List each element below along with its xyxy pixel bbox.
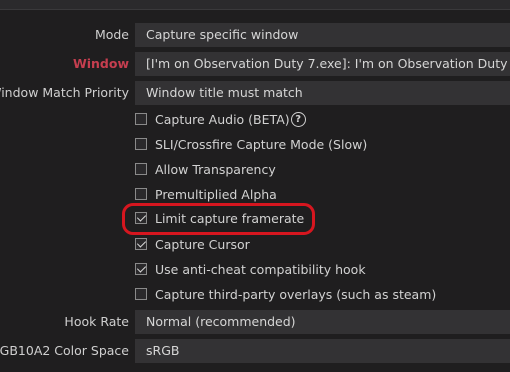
checkbox-label: Capture third-party overlays (such as st… (155, 286, 437, 302)
checkbox-label: Premultiplied Alpha (155, 186, 277, 202)
match-priority-select[interactable]: Window title must match (135, 81, 510, 105)
checkbox-box[interactable] (135, 263, 147, 275)
checkbox-box[interactable] (135, 238, 147, 250)
hook-rate-select[interactable]: Normal (recommended) (135, 310, 510, 334)
checkbox-box[interactable] (135, 113, 147, 125)
highlight-annotation (122, 203, 315, 235)
window-label: Window (72, 56, 129, 71)
checkbox-sli-crossfire[interactable]: SLI/Crossfire Capture Mode (Slow) (135, 134, 367, 154)
checkbox-label: Allow Transparency (155, 161, 276, 177)
window-select[interactable]: [I'm on Observation Duty 7.exe]: I'm on … (135, 52, 510, 76)
color-space-label: RGB10A2 Color Space (0, 343, 129, 358)
mode-select[interactable]: Capture specific window (135, 23, 510, 47)
color-space-select[interactable]: sRGB (135, 339, 510, 363)
checkbox-capture-cursor[interactable]: Capture Cursor (135, 234, 250, 254)
checkbox-label: Use anti-cheat compatibility hook (155, 261, 366, 277)
mode-row: Mode Capture specific window (0, 23, 510, 47)
checkbox-box[interactable] (135, 138, 147, 150)
color-space-row: RGB10A2 Color Space sRGB (0, 339, 510, 363)
hook-rate-label: Hook Rate (64, 314, 129, 329)
checkbox-label: Capture Audio (BETA) (155, 111, 290, 127)
checkbox-capture-audio[interactable]: Capture Audio (BETA) ? (135, 109, 306, 129)
top-bar (0, 0, 510, 10)
checkbox-label: SLI/Crossfire Capture Mode (Slow) (155, 136, 368, 152)
match-priority-label: Window Match Priority (0, 85, 129, 100)
checkbox-anti-cheat-hook[interactable]: Use anti-cheat compatibility hook (135, 259, 366, 279)
match-priority-row: Window Match Priority Window title must … (0, 81, 510, 105)
mode-label: Mode (94, 27, 129, 42)
checkbox-third-party-overlays[interactable]: Capture third-party overlays (such as st… (135, 284, 436, 304)
checkbox-premultiplied-alpha[interactable]: Premultiplied Alpha (135, 184, 277, 204)
checkbox-box[interactable] (135, 188, 147, 200)
hook-rate-row: Hook Rate Normal (recommended) (0, 310, 510, 334)
window-row: Window [I'm on Observation Duty 7.exe]: … (0, 52, 510, 76)
checkbox-box[interactable] (135, 163, 147, 175)
checkbox-box[interactable] (135, 288, 147, 300)
help-icon[interactable]: ? (290, 111, 306, 127)
checkbox-label: Capture Cursor (155, 236, 250, 252)
checkbox-allow-transparency[interactable]: Allow Transparency (135, 159, 276, 179)
